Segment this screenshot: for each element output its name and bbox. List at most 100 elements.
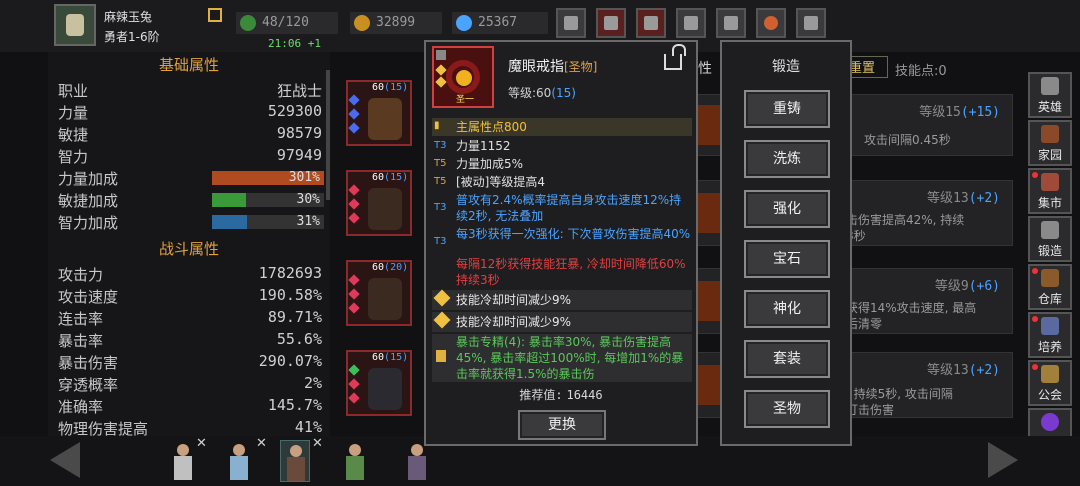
notification-dot — [1032, 268, 1038, 274]
deify-button[interactable]: 神化 — [744, 290, 830, 328]
stat-crit-rate: 暴击率 55.6% — [58, 330, 322, 350]
gem-icon — [348, 274, 360, 286]
gem-icon — [348, 378, 360, 390]
nav-train[interactable]: 培养 — [1028, 312, 1072, 358]
nav-storage[interactable]: 仓库 — [1028, 264, 1072, 310]
portal-icon — [1041, 413, 1059, 431]
gamepad-icon — [644, 16, 658, 30]
player-name: 麻辣玉兔 — [104, 10, 153, 24]
armor-icon — [368, 98, 402, 140]
notification-dot — [1032, 364, 1038, 370]
feather-icon — [804, 16, 818, 30]
close-icon[interactable]: ✕ — [256, 436, 267, 451]
stat-attack-speed: 攻击速度 190.58% — [58, 286, 322, 306]
enhance-button[interactable]: 强化 — [744, 190, 830, 228]
equipment-slot-4[interactable]: 60(15) — [346, 350, 412, 416]
replace-button[interactable]: 更换 — [518, 410, 606, 440]
affix-line: T3 力量1152 — [434, 139, 511, 153]
reset-skills-button[interactable]: 重置 — [846, 56, 888, 78]
stat-combo-rate: 连击率 89.71% — [58, 308, 322, 328]
gift-icon — [724, 16, 738, 30]
cooldown-line-2: 技能冷却时间减少9% — [432, 311, 692, 332]
main-stat-line: ▮ 主属性点800 — [432, 118, 692, 136]
shop-cart-button[interactable] — [556, 8, 586, 38]
equipment-slot-1[interactable]: 60(15) — [346, 80, 412, 146]
stat-attack: 攻击力 1782693 — [58, 264, 322, 284]
hero-portrait[interactable] — [168, 440, 198, 482]
nav-hero[interactable]: 英雄 — [1028, 72, 1072, 118]
stat-accuracy: 准确率 145.7% — [58, 396, 322, 416]
color-wheel-icon — [764, 16, 778, 30]
gamepad-button[interactable] — [636, 8, 666, 38]
nav-market[interactable]: 集市 — [1028, 168, 1072, 214]
prev-arrow-icon[interactable] — [50, 442, 80, 478]
gem-icon — [348, 108, 360, 120]
recommend-value: 推荐值: 16446 — [519, 388, 603, 402]
nav-guild[interactable]: 公会 — [1028, 360, 1072, 406]
train-icon — [1041, 317, 1059, 335]
gem-icon — [435, 76, 447, 88]
set-bonus-line: 暴击专精(4): 暴击率30%, 暴击伤害提高45%, 暴击率超过100%时, … — [432, 334, 692, 382]
hero-portrait[interactable] — [340, 440, 370, 482]
diamond-icon — [433, 311, 451, 329]
skill-icon — [696, 193, 720, 233]
notification-dot — [1032, 316, 1038, 322]
gem-icon — [456, 15, 472, 31]
energy-icon — [240, 15, 256, 31]
market-icon — [1041, 173, 1059, 191]
stat-crit-damage: 暴击伤害 290.07% — [58, 352, 322, 372]
item-level: 等级:60(15) — [508, 86, 576, 100]
next-arrow-icon[interactable] — [988, 442, 1018, 478]
recast-button[interactable]: 重铸 — [744, 90, 830, 128]
agi-bonus-bar: 30% — [212, 192, 324, 207]
tab-attributes[interactable]: 性 — [698, 58, 712, 78]
stats-scrollbar[interactable] — [326, 70, 330, 200]
cart-icon — [564, 16, 578, 30]
equipment-slot-2[interactable]: 60(15) — [346, 170, 412, 236]
gem-button[interactable]: 宝石 — [744, 240, 830, 278]
guild-icon — [1041, 365, 1059, 383]
item-name: 魔眼戒指[圣物] — [508, 59, 598, 75]
str-bonus-bar: 301% — [212, 170, 324, 185]
skill-points: 技能点:0 — [895, 64, 947, 79]
nav-home[interactable]: 家园 — [1028, 120, 1072, 166]
edit-icon[interactable] — [208, 8, 222, 22]
gem-icon — [348, 364, 360, 376]
affix-line: T3 普攻有2.4%概率提高自身攻击速度12%持续2秒, 无法叠加 — [434, 193, 682, 223]
unlock-icon[interactable] — [664, 44, 686, 70]
basic-attributes-title: 基础属性 — [158, 56, 219, 74]
hero-portrait-selected[interactable] — [280, 440, 310, 482]
energy-counter: 48/120 — [236, 12, 338, 34]
scroll-icon — [436, 350, 446, 362]
stat-str-bonus: 力量加成 301% — [58, 168, 324, 190]
equipment-slot-3[interactable]: 60(20) — [346, 260, 412, 326]
gift-button[interactable] — [716, 8, 746, 38]
wheel-button[interactable] — [756, 8, 786, 38]
relic-button[interactable]: 圣物 — [744, 390, 830, 428]
close-icon[interactable]: ✕ — [312, 436, 323, 451]
feather-button[interactable] — [796, 8, 826, 38]
belt-icon — [368, 188, 402, 230]
gem-icon — [348, 392, 360, 404]
agi-bonus-fill — [212, 193, 246, 207]
upgrade-icon — [436, 50, 446, 60]
nav-forge[interactable]: 锻造 — [1028, 216, 1072, 262]
affix-line: T5 [被动]等级提高4 — [434, 175, 545, 189]
hero-portrait[interactable] — [402, 440, 432, 482]
mail-button[interactable] — [596, 8, 626, 38]
hero-portrait[interactable] — [224, 440, 254, 482]
int-bonus-bar: 31% — [212, 214, 324, 229]
set-button[interactable]: 套装 — [744, 340, 830, 378]
settings-button[interactable] — [676, 8, 706, 38]
chest-icon — [1041, 269, 1059, 287]
close-icon[interactable]: ✕ — [196, 436, 207, 451]
notification-dot — [1032, 172, 1038, 178]
stat-agility: 敏捷 98579 — [58, 124, 322, 144]
house-icon — [1041, 125, 1059, 143]
eye-icon — [456, 70, 472, 86]
refine-button[interactable]: 洗炼 — [744, 140, 830, 178]
gold-counter: 32899 — [350, 12, 442, 34]
player-avatar[interactable] — [54, 4, 96, 46]
gem-icon — [348, 212, 360, 224]
stat-intellect: 智力 97949 — [58, 146, 322, 166]
